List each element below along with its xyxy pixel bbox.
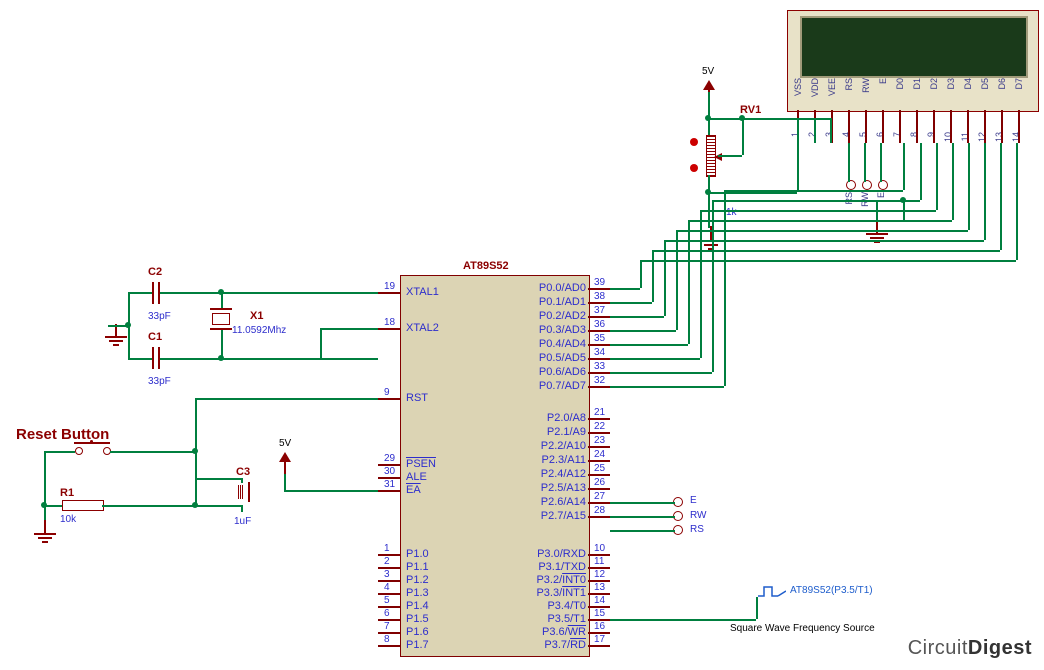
probe-icon	[758, 584, 786, 598]
v5-right: 5V	[702, 66, 714, 77]
crystal-symbol	[210, 308, 232, 330]
c3-val: 1uF	[234, 516, 251, 527]
c2-ref: C2	[148, 266, 162, 278]
lcd-e-lbl: E	[876, 192, 886, 198]
lcd-rs-lbl: RS	[844, 192, 854, 205]
lcd-screen	[800, 16, 1028, 78]
c2-val: 33pF	[148, 311, 171, 322]
net-e: E	[690, 495, 697, 506]
c1-ref: C1	[148, 331, 162, 343]
pot-up[interactable]	[690, 138, 698, 146]
c1-val: 33pF	[148, 376, 171, 387]
probe-label: AT89S52(P3.5/T1)	[790, 585, 873, 596]
net-rs: RS	[690, 524, 704, 535]
r1-symbol	[62, 500, 104, 511]
pot-down[interactable]	[690, 164, 698, 172]
x1-val: 11.0592Mhz	[232, 325, 286, 336]
v5-left: 5V	[279, 438, 291, 449]
x1-ref: X1	[250, 310, 263, 322]
r1-val: 10k	[60, 514, 76, 525]
watermark: CircuitDigest	[908, 637, 1032, 660]
reset-label: Reset Button	[16, 426, 109, 443]
rv1-val: 1k	[726, 207, 737, 218]
c3-ref: C3	[236, 466, 250, 478]
mcu-ref: AT89S52	[463, 260, 509, 272]
net-rw: RW	[690, 510, 706, 521]
r1-ref: R1	[60, 487, 74, 499]
source-label: Square Wave Frequency Source	[730, 623, 875, 634]
rv1-ref: RV1	[740, 104, 761, 116]
